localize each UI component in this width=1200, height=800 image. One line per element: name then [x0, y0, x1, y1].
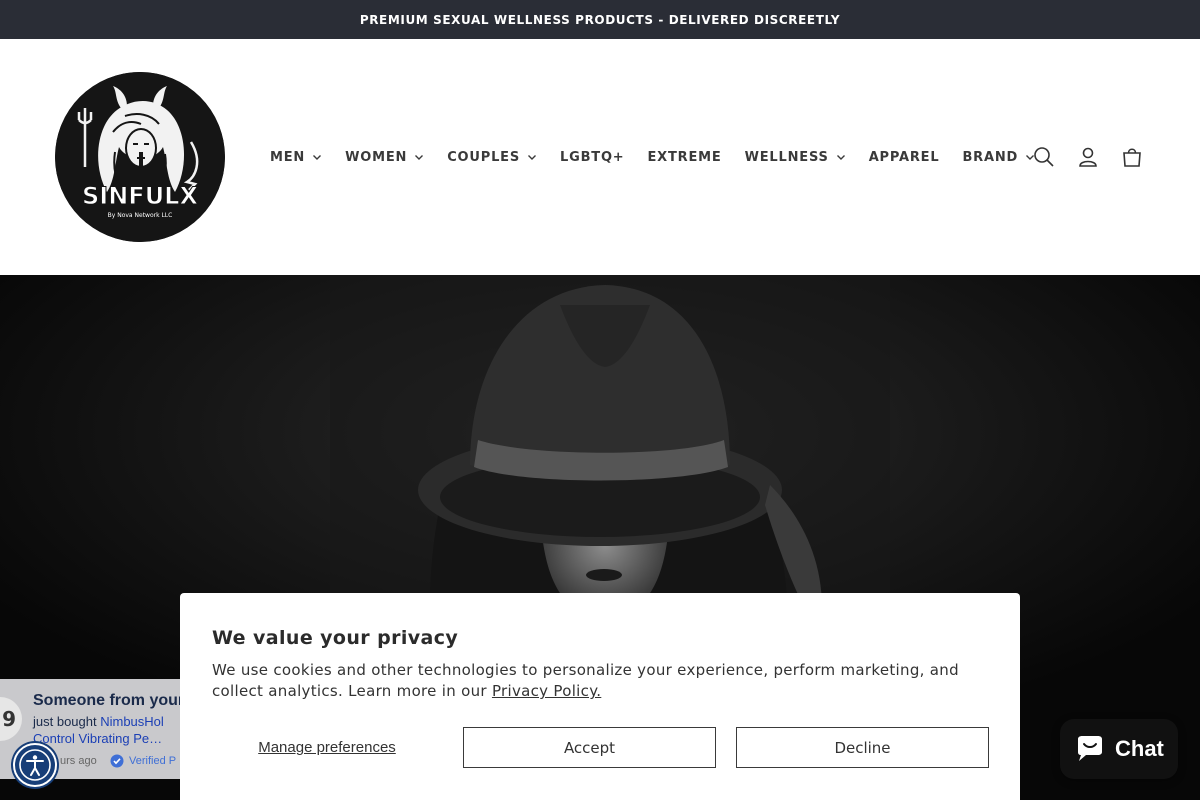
search-icon[interactable]	[1028, 141, 1060, 173]
popup-verified: Verified P	[110, 754, 176, 768]
cart-icon[interactable]	[1116, 141, 1148, 173]
nav-label: MEN	[270, 149, 306, 165]
header-actions	[1028, 141, 1160, 173]
popup-product-link-continued[interactable]: Control Vibrating Pe…	[33, 731, 162, 746]
cookie-consent-banner: We value your privacy We use cookies and…	[180, 593, 1020, 800]
popup-bought-prefix: just bought	[33, 714, 101, 729]
decline-button[interactable]: Decline	[736, 727, 989, 768]
chevron-down-icon	[836, 152, 846, 162]
popup-time: urs ago	[60, 755, 97, 767]
accessibility-button[interactable]	[13, 743, 57, 787]
nav-label: COUPLES	[447, 149, 521, 165]
nav-label: LGBTQ+	[560, 149, 625, 165]
nav-label: WOMEN	[345, 149, 408, 165]
nav-item-apparel[interactable]: APPAREL	[869, 150, 940, 165]
announcement-text: PREMIUM SEXUAL WELLNESS PRODUCTS - DELIV…	[359, 12, 841, 27]
product-thumbnail: 9	[0, 697, 22, 741]
site-header: SINFULX By Nova Network LLC MEN WOMEN CO…	[0, 39, 1200, 275]
nav-item-extreme[interactable]: EXTREME	[648, 150, 722, 165]
announcement-bar: PREMIUM SEXUAL WELLNESS PRODUCTS - DELIV…	[0, 0, 1200, 39]
accept-button[interactable]: Accept	[463, 727, 716, 768]
nav-item-women[interactable]: WOMEN	[345, 150, 424, 165]
nav-item-men[interactable]: MEN	[270, 150, 322, 165]
cookie-title: We value your privacy	[212, 627, 459, 649]
chevron-down-icon	[312, 152, 322, 162]
popup-product-link[interactable]: NimbusHol	[100, 714, 164, 729]
chevron-down-icon	[414, 152, 424, 162]
nav-label: WELLNESS	[744, 149, 829, 165]
main-nav: MEN WOMEN COUPLES LGBTQ+ EXTREME WELLNES…	[270, 145, 1058, 169]
nav-label: APPAREL	[868, 149, 940, 165]
nav-item-brand[interactable]: BRAND	[962, 150, 1035, 165]
nav-label: EXTREME	[647, 149, 722, 165]
account-icon[interactable]	[1072, 141, 1104, 173]
accessibility-icon	[19, 749, 51, 781]
site-logo[interactable]: SINFULX By Nova Network LLC	[55, 72, 225, 242]
logo-wordmark: SINFULX	[82, 182, 198, 210]
privacy-policy-link[interactable]: Privacy Policy.	[492, 682, 601, 700]
logo-tagline: By Nova Network LLC	[108, 212, 173, 219]
popup-purchase-text: just bought NimbusHol	[33, 714, 164, 729]
nav-item-wellness[interactable]: WELLNESS	[745, 150, 846, 165]
chat-label: Chat	[1115, 736, 1164, 761]
nav-item-couples[interactable]: COUPLES	[447, 150, 537, 165]
cookie-description: We use cookies and other technologies to…	[212, 660, 992, 702]
logo-graphic: SINFULX By Nova Network LLC	[55, 72, 225, 242]
chat-button[interactable]: Chat	[1060, 719, 1178, 779]
popup-verified-label: Verified P	[129, 755, 177, 767]
chat-bubble-icon	[1078, 736, 1102, 761]
manage-preferences-button[interactable]: Manage preferences	[212, 727, 442, 768]
nav-item-lgbtq[interactable]: LGBTQ+	[560, 150, 624, 165]
popup-title: Someone from your	[33, 692, 185, 709]
nav-label: BRAND	[962, 149, 1019, 165]
verified-check-icon	[110, 754, 124, 768]
chevron-down-icon	[527, 152, 537, 162]
